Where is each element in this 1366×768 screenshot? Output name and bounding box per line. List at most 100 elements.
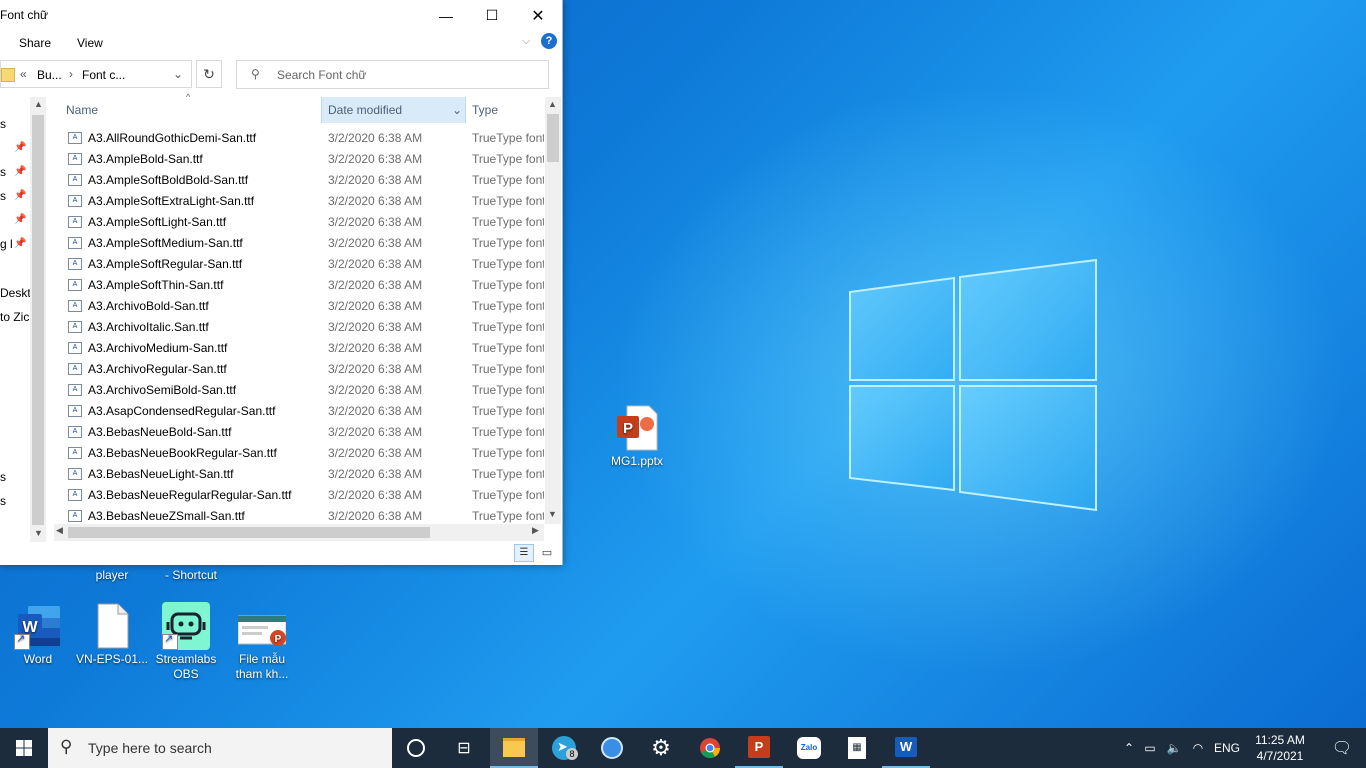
table-row[interactable]: A A3.AllRoundGothicDemi-San.ttf 3/2/2020 6… bbox=[54, 128, 544, 149]
chevron-down-icon[interactable]: ⌵ bbox=[522, 35, 530, 48]
word-icon: W bbox=[895, 737, 917, 757]
breadcrumb-overflow[interactable]: « bbox=[20, 67, 27, 81]
cortana-icon bbox=[407, 739, 425, 757]
scroll-right-icon[interactable]: ▶ bbox=[532, 525, 539, 536]
clock[interactable]: 11:25 AM 4/7/2021 bbox=[1244, 732, 1316, 764]
desktop-icon-word[interactable]: W Word bbox=[0, 602, 76, 667]
scroll-up-icon[interactable]: ▲ bbox=[34, 99, 43, 109]
maximize-button[interactable]: ☐ bbox=[469, 0, 515, 31]
notification-center-button[interactable]: 🗨 bbox=[1318, 728, 1366, 768]
taskbar-word[interactable]: W bbox=[882, 728, 930, 768]
font-file-icon: A bbox=[68, 447, 82, 459]
language-indicator[interactable]: ENG bbox=[1210, 741, 1244, 755]
scroll-up-icon[interactable]: ▲ bbox=[548, 99, 557, 109]
chevron-down-icon[interactable]: ⌄ bbox=[452, 97, 462, 123]
nav-item[interactable]: g l bbox=[0, 237, 13, 251]
desktop-icon-streamlabs[interactable]: Streamlabs OBS bbox=[148, 602, 224, 682]
taskbar-powerpoint[interactable]: P bbox=[735, 728, 783, 768]
chevron-down-icon[interactable]: ⌄ bbox=[173, 67, 183, 81]
taskbar-zalo[interactable]: Zalo bbox=[785, 728, 833, 768]
file-name: A3.BebasNeueLight-San.ttf bbox=[88, 467, 234, 481]
horizontal-scrollbar[interactable]: ◀ ▶ bbox=[54, 524, 544, 541]
address-bar[interactable]: « Bu... › Font c... ⌄ bbox=[0, 60, 192, 88]
nav-item[interactable]: s bbox=[0, 470, 6, 484]
large-icons-view-icon[interactable]: ▭ bbox=[538, 544, 556, 562]
search-input[interactable]: ⚲ Search Font chữ bbox=[236, 60, 549, 89]
status-bar: ☰ ▭ bbox=[0, 541, 562, 565]
desktop-icon-player[interactable]: player bbox=[74, 568, 150, 583]
help-icon[interactable]: ? bbox=[541, 33, 557, 49]
refresh-button[interactable]: ↻ bbox=[196, 60, 222, 88]
column-header-name[interactable]: Name bbox=[66, 97, 98, 123]
scrollbar-thumb[interactable] bbox=[547, 114, 559, 162]
desktop-icon-file-mau[interactable]: P File mẫu tham kh... bbox=[224, 602, 300, 682]
table-row[interactable]: A A3.AmpleSoftLight-San.ttf 3/2/2020 6:38 … bbox=[54, 212, 544, 233]
table-row[interactable]: A A3.AmpleBold-San.ttf 3/2/2020 6:38 AM Tru… bbox=[54, 149, 544, 170]
scroll-down-icon[interactable]: ▼ bbox=[548, 509, 557, 519]
nav-item[interactable]: to Zic bbox=[0, 310, 29, 324]
table-row[interactable]: A A3.AmpleSoftBoldBold-San.ttf 3/2/2020 6:… bbox=[54, 170, 544, 191]
nav-item[interactable]: s bbox=[0, 189, 6, 203]
file-name: A3.AmpleSoftMedium-San.ttf bbox=[88, 236, 243, 250]
desktop-icon-label: - Shortcut bbox=[164, 568, 218, 582]
table-row[interactable]: A A3.AmpleSoftMedium-San.ttf 3/2/2020 6:38… bbox=[54, 233, 544, 254]
nav-item[interactable]: s bbox=[0, 165, 6, 179]
scrollbar-thumb[interactable] bbox=[32, 115, 44, 525]
table-row[interactable]: A A3.BebasNeueLight-San.ttf 3/2/2020 6:38 … bbox=[54, 464, 544, 485]
tab-share[interactable]: Share bbox=[19, 36, 51, 50]
table-row[interactable]: A A3.AmpleSoftExtraLight-San.ttf 3/2/2020 … bbox=[54, 191, 544, 212]
table-row[interactable]: A A3.ArchivoRegular-San.ttf 3/2/2020 6:38 … bbox=[54, 359, 544, 380]
taskbar-search-placeholder: Type here to search bbox=[88, 740, 212, 756]
table-row[interactable]: A A3.BebasNeueRegularRegular-San.ttf 3/2/2… bbox=[54, 485, 544, 506]
breadcrumb-item[interactable]: Bu... bbox=[37, 68, 62, 82]
wifi-icon[interactable]: ◠ bbox=[1186, 741, 1210, 755]
scroll-down-icon[interactable]: ▼ bbox=[34, 528, 43, 538]
file-list-scrollbar[interactable]: ▲ ▼ bbox=[545, 97, 561, 524]
taskbar-search-input[interactable]: ⚲ Type here to search bbox=[48, 728, 392, 768]
nav-item[interactable]: s bbox=[0, 494, 6, 508]
breadcrumb-item[interactable]: Font c... bbox=[82, 68, 125, 82]
scroll-left-icon[interactable]: ◀ bbox=[56, 525, 63, 536]
desktop-icon-vneps[interactable]: VN-EPS-01... bbox=[74, 602, 150, 667]
table-row[interactable]: A A3.BebasNeueZSmall-San.ttf 3/2/2020 6:38… bbox=[54, 506, 544, 524]
table-row[interactable]: A A3.ArchivoBold-San.ttf 3/2/2020 6:38 AM T… bbox=[54, 296, 544, 317]
title-bar[interactable]: Font chữ — ☐ ✕ bbox=[0, 0, 562, 31]
details-view-icon[interactable]: ☰ bbox=[514, 544, 534, 562]
cortana-button[interactable] bbox=[392, 728, 440, 768]
column-header-date[interactable]: Date modified ⌄ bbox=[321, 97, 466, 123]
font-file-icon: A bbox=[68, 174, 82, 186]
close-button[interactable]: ✕ bbox=[515, 0, 561, 31]
table-row[interactable]: A A3.ArchivoMedium-San.ttf 3/2/2020 6:38 A… bbox=[54, 338, 544, 359]
column-header-type[interactable]: Type bbox=[472, 97, 498, 123]
taskbar-chrome[interactable] bbox=[686, 728, 734, 768]
table-row[interactable]: A A3.ArchivoSemiBold-San.ttf 3/2/2020 6:38… bbox=[54, 380, 544, 401]
file-type: TrueType font bbox=[472, 446, 544, 460]
minimize-button[interactable]: — bbox=[423, 0, 469, 31]
scrollbar-thumb[interactable] bbox=[68, 527, 430, 538]
task-view-button[interactable]: ⊟ bbox=[440, 728, 488, 768]
font-file-icon: A bbox=[68, 216, 82, 228]
taskbar-remote-desktop[interactable] bbox=[588, 728, 636, 768]
sort-ascending-icon: ^ bbox=[186, 92, 191, 102]
table-row[interactable]: A A3.AmpleSoftThin-San.ttf 3/2/2020 6:38 A… bbox=[54, 275, 544, 296]
table-row[interactable]: A A3.AmpleSoftRegular-San.ttf 3/2/2020 6:3… bbox=[54, 254, 544, 275]
taskbar-telegram[interactable]: ➤ 8 bbox=[540, 728, 588, 768]
tab-view[interactable]: View bbox=[77, 36, 103, 50]
pin-icon: 📌 bbox=[14, 190, 27, 201]
table-row[interactable]: A A3.BebasNeueBold-San.ttf 3/2/2020 6:38 A… bbox=[54, 422, 544, 443]
table-row[interactable]: A A3.BebasNeueBookRegular-San.ttf 3/2/2020… bbox=[54, 443, 544, 464]
nav-scrollbar[interactable]: ▲ ▼ bbox=[30, 97, 46, 542]
task-view-icon: ⊟ bbox=[457, 740, 471, 757]
table-row[interactable]: A A3.ArchivoItalic.San.ttf 3/2/2020 6:38 A… bbox=[54, 317, 544, 338]
table-row[interactable]: A A3.AsapCondensedRegular-San.ttf 3/2/2020… bbox=[54, 401, 544, 422]
start-button[interactable] bbox=[0, 728, 48, 768]
desktop-icon-mg1[interactable]: P MG1.pptx bbox=[599, 404, 675, 469]
desktop-icon-shortcut[interactable]: - Shortcut bbox=[148, 568, 234, 583]
taskbar-file-explorer[interactable] bbox=[490, 728, 538, 768]
volume-icon[interactable]: 🔈 bbox=[1162, 741, 1186, 755]
taskbar-calculator[interactable]: ▦ bbox=[833, 728, 881, 768]
chevron-up-icon[interactable]: ⌃ bbox=[1120, 741, 1138, 755]
battery-icon[interactable]: ▭ bbox=[1138, 741, 1162, 755]
taskbar-settings[interactable]: ⚙ bbox=[637, 728, 685, 768]
nav-item[interactable]: s bbox=[0, 117, 6, 131]
